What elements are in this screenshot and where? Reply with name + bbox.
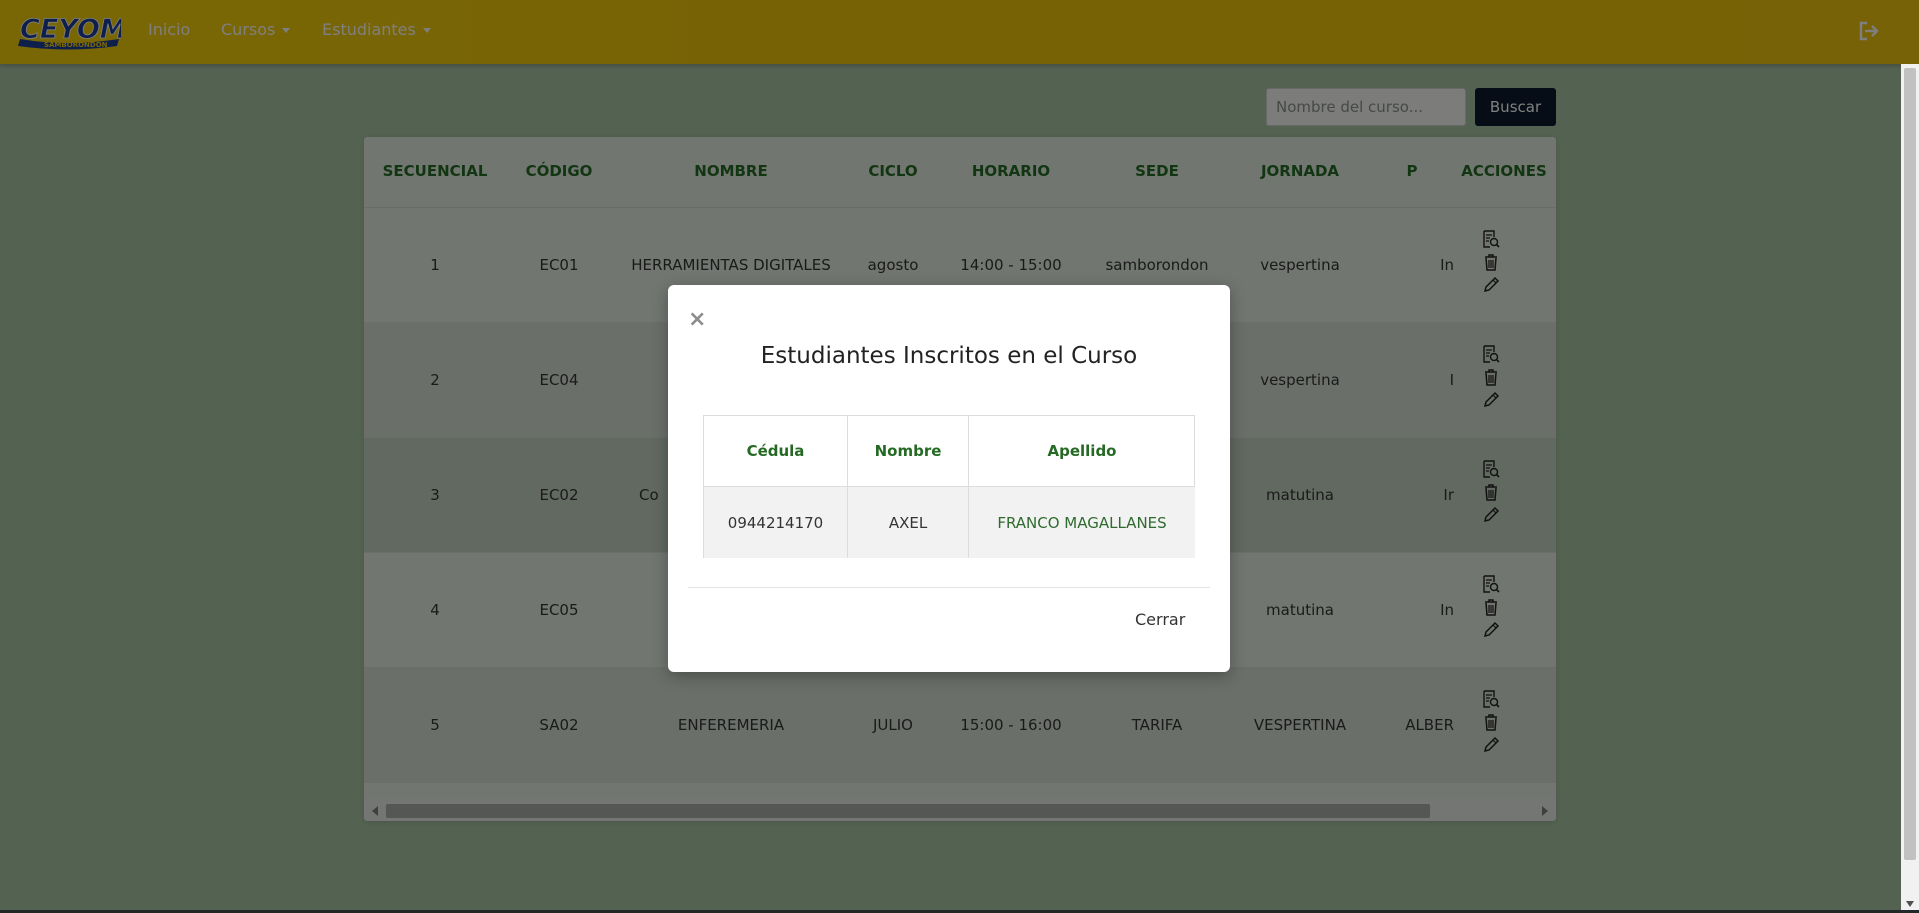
column-header-cedula: Cédula: [704, 416, 848, 486]
students-table: Cédula Nombre Apellido 0944214170 AXEL F…: [703, 415, 1195, 558]
column-header-nombre: Nombre: [848, 416, 969, 486]
cell-nombre: AXEL: [848, 486, 969, 558]
cell-cedula: 0944214170: [704, 486, 848, 558]
cell-apellido: FRANCO MAGALLANES: [969, 486, 1195, 558]
page-scrollbar-thumb[interactable]: [1904, 68, 1916, 860]
close-icon[interactable]: ×: [688, 309, 706, 331]
modal-title: Estudiantes Inscritos en el Curso: [760, 343, 1138, 369]
column-header-apellido: Apellido: [1047, 442, 1117, 460]
modal-divider: [688, 587, 1210, 588]
enrolled-students-modal: × Estudiantes Inscritos en el Curso Cédu…: [668, 285, 1230, 672]
page-vertical-scrollbar[interactable]: [1901, 64, 1919, 913]
scroll-down-arrow-icon[interactable]: [1906, 901, 1914, 907]
close-button[interactable]: Cerrar: [1135, 610, 1185, 629]
